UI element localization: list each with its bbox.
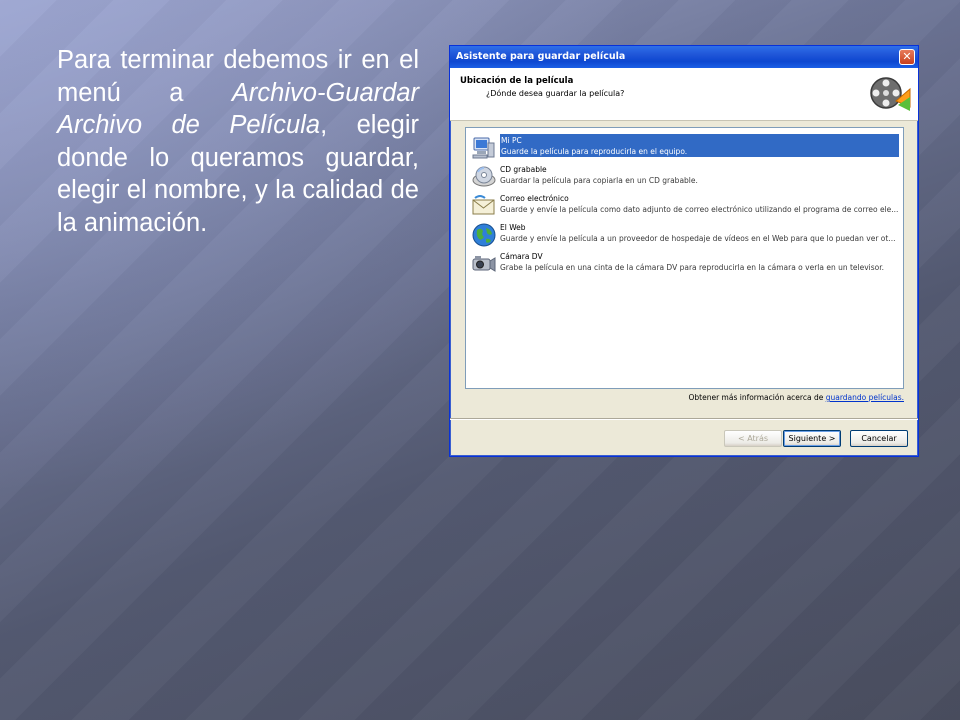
option-dv-camera-text: Cámara DV Grabe la película en una cinta… xyxy=(500,250,884,273)
option-description: Guarde y envíe la película como dato adj… xyxy=(500,204,899,214)
option-label: El Web xyxy=(500,223,526,232)
footer-separator xyxy=(450,418,918,420)
more-info-link[interactable]: guardando películas. xyxy=(826,393,904,402)
option-label: Mi PC xyxy=(501,136,522,145)
more-info-text: Obtener más información acerca de xyxy=(688,393,826,402)
option-label: Correo electrónico xyxy=(500,194,569,203)
envelope-icon xyxy=(472,195,495,215)
next-button[interactable]: Siguiente > xyxy=(783,430,841,447)
option-description: Guarde la película para reproducirla en … xyxy=(501,146,688,156)
close-button[interactable]: ✕ xyxy=(899,49,915,65)
option-label: CD grabable xyxy=(500,165,547,174)
wizard-header: Ubicación de la película ¿Dónde desea gu… xyxy=(450,68,918,121)
option-web-text: El Web Guarde y envíe la película a un p… xyxy=(500,221,896,244)
option-description: Guardar la película para copiarla en un … xyxy=(500,175,698,185)
dialog-title: Asistente para guardar película xyxy=(456,51,626,62)
globe-icon xyxy=(472,223,496,247)
film-reel-icon xyxy=(870,77,911,111)
option-email[interactable]: Correo electrónico Guarde y envíe la pel… xyxy=(470,192,899,221)
cancel-button[interactable]: Cancelar xyxy=(850,430,908,447)
wizard-step-title: Ubicación de la película xyxy=(460,76,574,86)
wizard-step-subtitle: ¿Dónde desea guardar la película? xyxy=(486,89,625,98)
option-label: Cámara DV xyxy=(500,252,543,261)
save-movie-wizard-dialog: Asistente para guardar película ✕ Ubicac… xyxy=(449,45,919,457)
option-my-pc[interactable]: Mi PC Guarde la película para reproducir… xyxy=(470,134,899,163)
destination-list[interactable]: Mi PC Guarde la película para reproducir… xyxy=(465,127,904,389)
option-web[interactable]: El Web Guarde y envíe la película a un p… xyxy=(470,221,899,250)
more-info-line: Obtener más información acerca de guarda… xyxy=(688,393,904,402)
computer-icon xyxy=(472,137,495,159)
option-description: Guarde y envíe la película a un proveedo… xyxy=(500,233,896,243)
option-cd[interactable]: CD grabable Guardar la película para cop… xyxy=(470,163,899,192)
close-icon: ✕ xyxy=(902,50,912,63)
option-my-pc-text: Mi PC Guarde la película para reproducir… xyxy=(500,134,899,157)
option-cd-text: CD grabable Guardar la película para cop… xyxy=(500,163,698,186)
dialog-titlebar[interactable]: Asistente para guardar película ✕ xyxy=(450,46,918,68)
option-dv-camera[interactable]: Cámara DV Grabe la película en una cinta… xyxy=(470,250,899,279)
slide-body-text: Para terminar debemos ir en el menú a Ar… xyxy=(57,44,419,239)
back-button[interactable]: < Atrás xyxy=(724,430,782,447)
option-description: Grabe la película en una cinta de la cám… xyxy=(500,262,885,272)
option-email-text: Correo electrónico Guarde y envíe la pel… xyxy=(500,192,898,215)
camera-icon xyxy=(472,256,496,272)
cd-icon xyxy=(472,166,496,187)
